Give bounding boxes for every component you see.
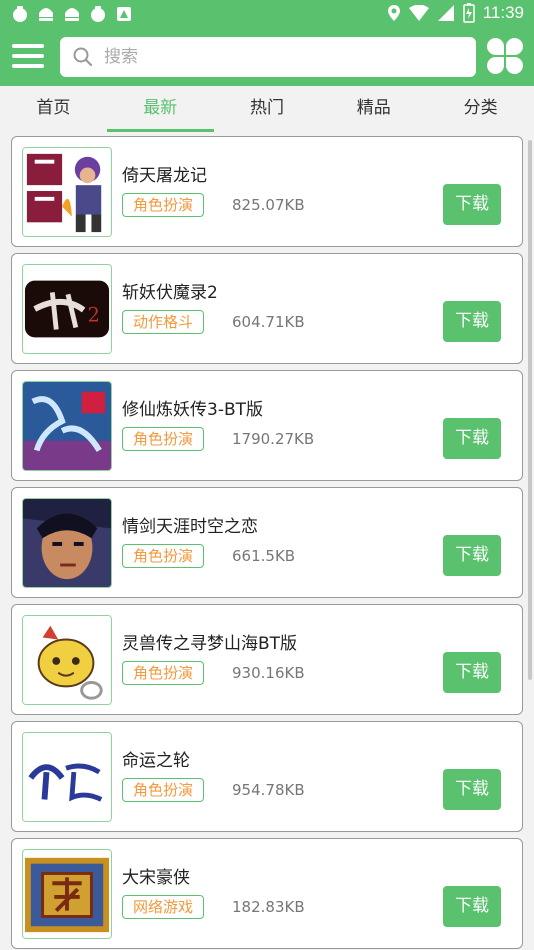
list-item[interactable]: 2 斩妖伏魔录2 动作格斗 604.71KB 下载: [11, 253, 523, 364]
notification-icon: [10, 4, 30, 24]
list-item[interactable]: 灵兽传之寻梦山海BT版 角色扮演 930.16KB 下载: [11, 604, 523, 715]
game-icon-xiuxian: [22, 381, 112, 471]
list-item[interactable]: 修仙炼妖传3-BT版 角色扮演 1790.27KB 下载: [11, 370, 523, 481]
clover-icon[interactable]: [487, 38, 523, 74]
game-icon-lingshou: [22, 615, 112, 705]
app-icon: [36, 4, 56, 24]
tab-home[interactable]: 首页: [0, 86, 107, 132]
game-icon-yitian: [22, 147, 112, 237]
category-tag: 角色扮演: [122, 193, 205, 217]
tab-category[interactable]: 分类: [427, 86, 534, 132]
game-icon-zhanyao: 2: [22, 264, 112, 354]
game-title: 大宋豪侠: [122, 868, 190, 888]
search-box[interactable]: [60, 37, 476, 77]
game-icon-qingjian: [22, 498, 112, 588]
download-button[interactable]: 下载: [443, 886, 501, 927]
clock: 11:39: [482, 3, 524, 22]
menu-icon[interactable]: [12, 42, 46, 70]
list-item[interactable]: 倚天屠龙记 角色扮演 825.07KB 下载: [11, 136, 523, 247]
svg-text:2: 2: [88, 304, 100, 327]
game-list[interactable]: 倚天屠龙记 角色扮演 825.07KB 下载 2 斩妖伏魔录2 动作格斗 604…: [0, 132, 534, 950]
game-title: 灵兽传之寻梦山海BT版: [122, 634, 298, 654]
category-tag: 角色扮演: [122, 661, 205, 685]
game-title: 修仙炼妖传3-BT版: [122, 400, 263, 420]
file-size: 930.16KB: [232, 664, 305, 682]
category-tag: 角色扮演: [122, 544, 205, 568]
game-title: 命运之轮: [122, 751, 190, 771]
file-size: 1790.27KB: [232, 430, 315, 448]
file-size: 604.71KB: [232, 313, 305, 331]
image-icon: [114, 4, 134, 24]
status-bar: 11:39: [0, 0, 534, 28]
category-tag: 角色扮演: [122, 778, 205, 802]
list-item[interactable]: 大宋豪侠 网络游戏 182.83KB 下载: [11, 838, 523, 949]
tab-latest[interactable]: 最新: [106, 86, 214, 132]
list-item[interactable]: 命运之轮 角色扮演 954.78KB 下载: [11, 721, 523, 832]
signal-icon: [437, 5, 454, 21]
search-icon: [73, 47, 93, 67]
game-title: 斩妖伏魔录2: [122, 283, 218, 303]
file-size: 661.5KB: [232, 547, 296, 565]
file-size: 954.78KB: [232, 781, 305, 799]
app-icon: [62, 4, 82, 24]
download-button[interactable]: 下载: [443, 418, 501, 459]
download-button[interactable]: 下载: [443, 184, 501, 225]
download-button[interactable]: 下载: [443, 535, 501, 576]
file-size: 825.07KB: [232, 196, 305, 214]
game-title: 情剑天涯时空之恋: [122, 517, 258, 537]
tab-bar: 首页 最新 热门 精品 分类: [0, 86, 534, 132]
tab-featured[interactable]: 精品: [320, 86, 427, 132]
category-tag: 网络游戏: [122, 895, 205, 919]
search-input[interactable]: [104, 47, 444, 67]
app-bar: [0, 28, 534, 86]
notification-icon: [88, 4, 108, 24]
game-icon-dasong: [22, 849, 112, 939]
category-tag: 角色扮演: [122, 427, 205, 451]
download-button[interactable]: 下载: [443, 301, 501, 342]
scrollbar[interactable]: [528, 140, 532, 680]
battery-icon: [462, 3, 475, 23]
location-icon: [387, 5, 400, 21]
file-size: 182.83KB: [232, 898, 305, 916]
download-button[interactable]: 下载: [443, 652, 501, 693]
game-icon-mingyun: [22, 732, 112, 822]
game-title: 倚天屠龙记: [122, 166, 207, 186]
tab-hot[interactable]: 热门: [214, 86, 321, 132]
download-button[interactable]: 下载: [443, 769, 501, 810]
list-item[interactable]: 情剑天涯时空之恋 角色扮演 661.5KB 下载: [11, 487, 523, 598]
wifi-icon: [408, 5, 429, 21]
category-tag: 动作格斗: [122, 310, 205, 334]
